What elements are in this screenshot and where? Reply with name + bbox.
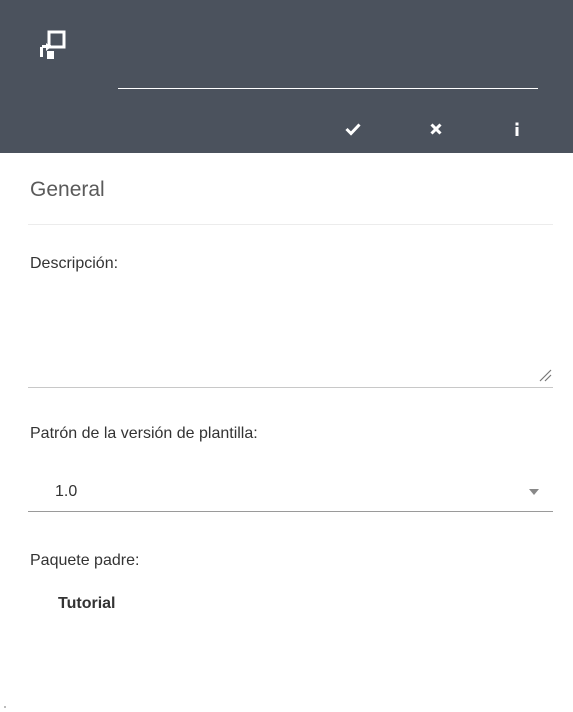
check-icon	[345, 123, 361, 136]
properties-header	[0, 0, 573, 153]
corner-dot	[4, 706, 6, 708]
close-icon	[430, 123, 442, 135]
info-button[interactable]	[504, 116, 530, 142]
name-input[interactable]	[118, 60, 538, 89]
description-textarea[interactable]	[28, 284, 553, 388]
section-title: General	[30, 178, 105, 201]
template-version-select[interactable]: 1.0	[28, 475, 553, 512]
info-icon	[515, 122, 519, 136]
description-label: Descripción:	[30, 255, 119, 272]
cancel-button[interactable]	[423, 116, 449, 142]
template-version-value: 1.0	[55, 483, 78, 500]
parent-package-label: Paquete padre:	[30, 552, 140, 569]
template-version-label: Patrón de la versión de plantilla:	[30, 425, 258, 442]
parent-package-value: Tutorial	[58, 595, 116, 612]
section-divider	[28, 224, 553, 225]
dropdown-arrow-icon	[529, 489, 539, 495]
resize-grip-icon[interactable]	[538, 368, 552, 382]
template-insert-icon	[38, 29, 70, 67]
confirm-button[interactable]	[340, 116, 366, 142]
